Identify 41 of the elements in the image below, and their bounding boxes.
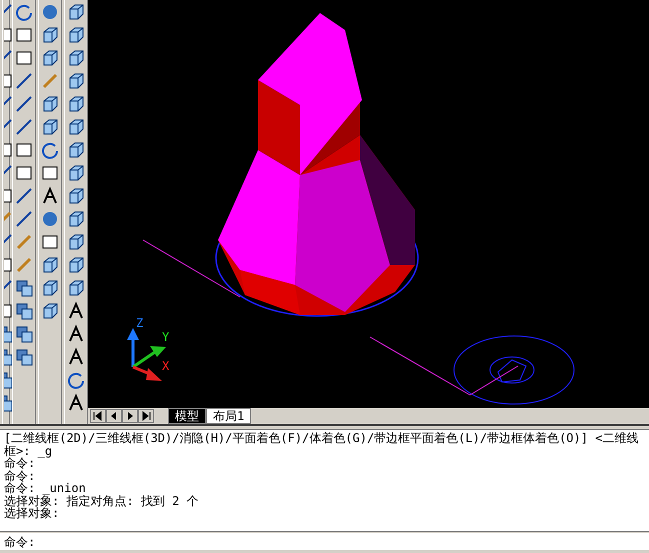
stacked-squares-icon[interactable]: [4, 347, 12, 367]
command-history-line: 命令: _union: [4, 482, 87, 494]
text-style-icon[interactable]: [40, 186, 60, 206]
line-icon[interactable]: [14, 94, 34, 114]
previous-icon[interactable]: [106, 409, 122, 423]
rotate-icon[interactable]: [14, 2, 34, 22]
first-page-icon[interactable]: [90, 409, 106, 423]
last-page-icon[interactable]: [138, 409, 154, 423]
command-history-line: 命令:: [4, 470, 36, 482]
command-history-line: 选择对象:: [4, 507, 60, 520]
stacked-squares-icon[interactable]: [14, 324, 34, 344]
window-splitter[interactable]: [0, 424, 649, 430]
solid-model-drawing[interactable]: [215, 13, 419, 317]
rotate-icon[interactable]: [40, 140, 60, 160]
line-icon[interactable]: [14, 209, 34, 229]
text-style-icon[interactable]: [66, 324, 86, 344]
axis-label: Y: [162, 330, 170, 344]
line-icon[interactable]: [14, 186, 34, 206]
command-history-line: 选择对象: 指定对角点: 找到 2 个: [4, 494, 200, 507]
stacked-squares-icon[interactable]: [14, 301, 34, 321]
text-style-icon[interactable]: [66, 393, 86, 413]
next-icon[interactable]: [122, 409, 138, 423]
model-viewport[interactable]: Z Y X: [88, 0, 649, 408]
layout-tab[interactable]: 布局1: [206, 408, 252, 424]
line-icon[interactable]: [14, 71, 34, 91]
stacked-squares-icon[interactable]: [4, 393, 12, 413]
rotate-icon[interactable]: [66, 370, 86, 390]
axis-label: X: [162, 359, 170, 373]
stacked-squares-icon[interactable]: [4, 370, 12, 390]
command-history-line: 命令:: [4, 457, 36, 470]
stacked-squares-icon[interactable]: [14, 347, 34, 367]
layout-tab[interactable]: 模型: [168, 408, 206, 424]
stacked-squares-icon[interactable]: [14, 278, 34, 298]
command-history-line: [二维线框(2D)/三维线框(3D)/消隐(H)/平面着色(F)/体着色(G)/带边框平面着色(L)/带边框体着色(O)] <二维线框>: _g: [4, 432, 640, 457]
circle-drawing[interactable]: [454, 336, 574, 404]
text-style-icon[interactable]: [66, 301, 86, 321]
stacked-squares-icon[interactable]: [4, 324, 12, 344]
axis-label: Z: [136, 316, 144, 330]
line-icon[interactable]: [14, 117, 34, 137]
command-line-field[interactable]: 命令:: [0, 533, 649, 550]
text-style-icon[interactable]: [66, 347, 86, 367]
